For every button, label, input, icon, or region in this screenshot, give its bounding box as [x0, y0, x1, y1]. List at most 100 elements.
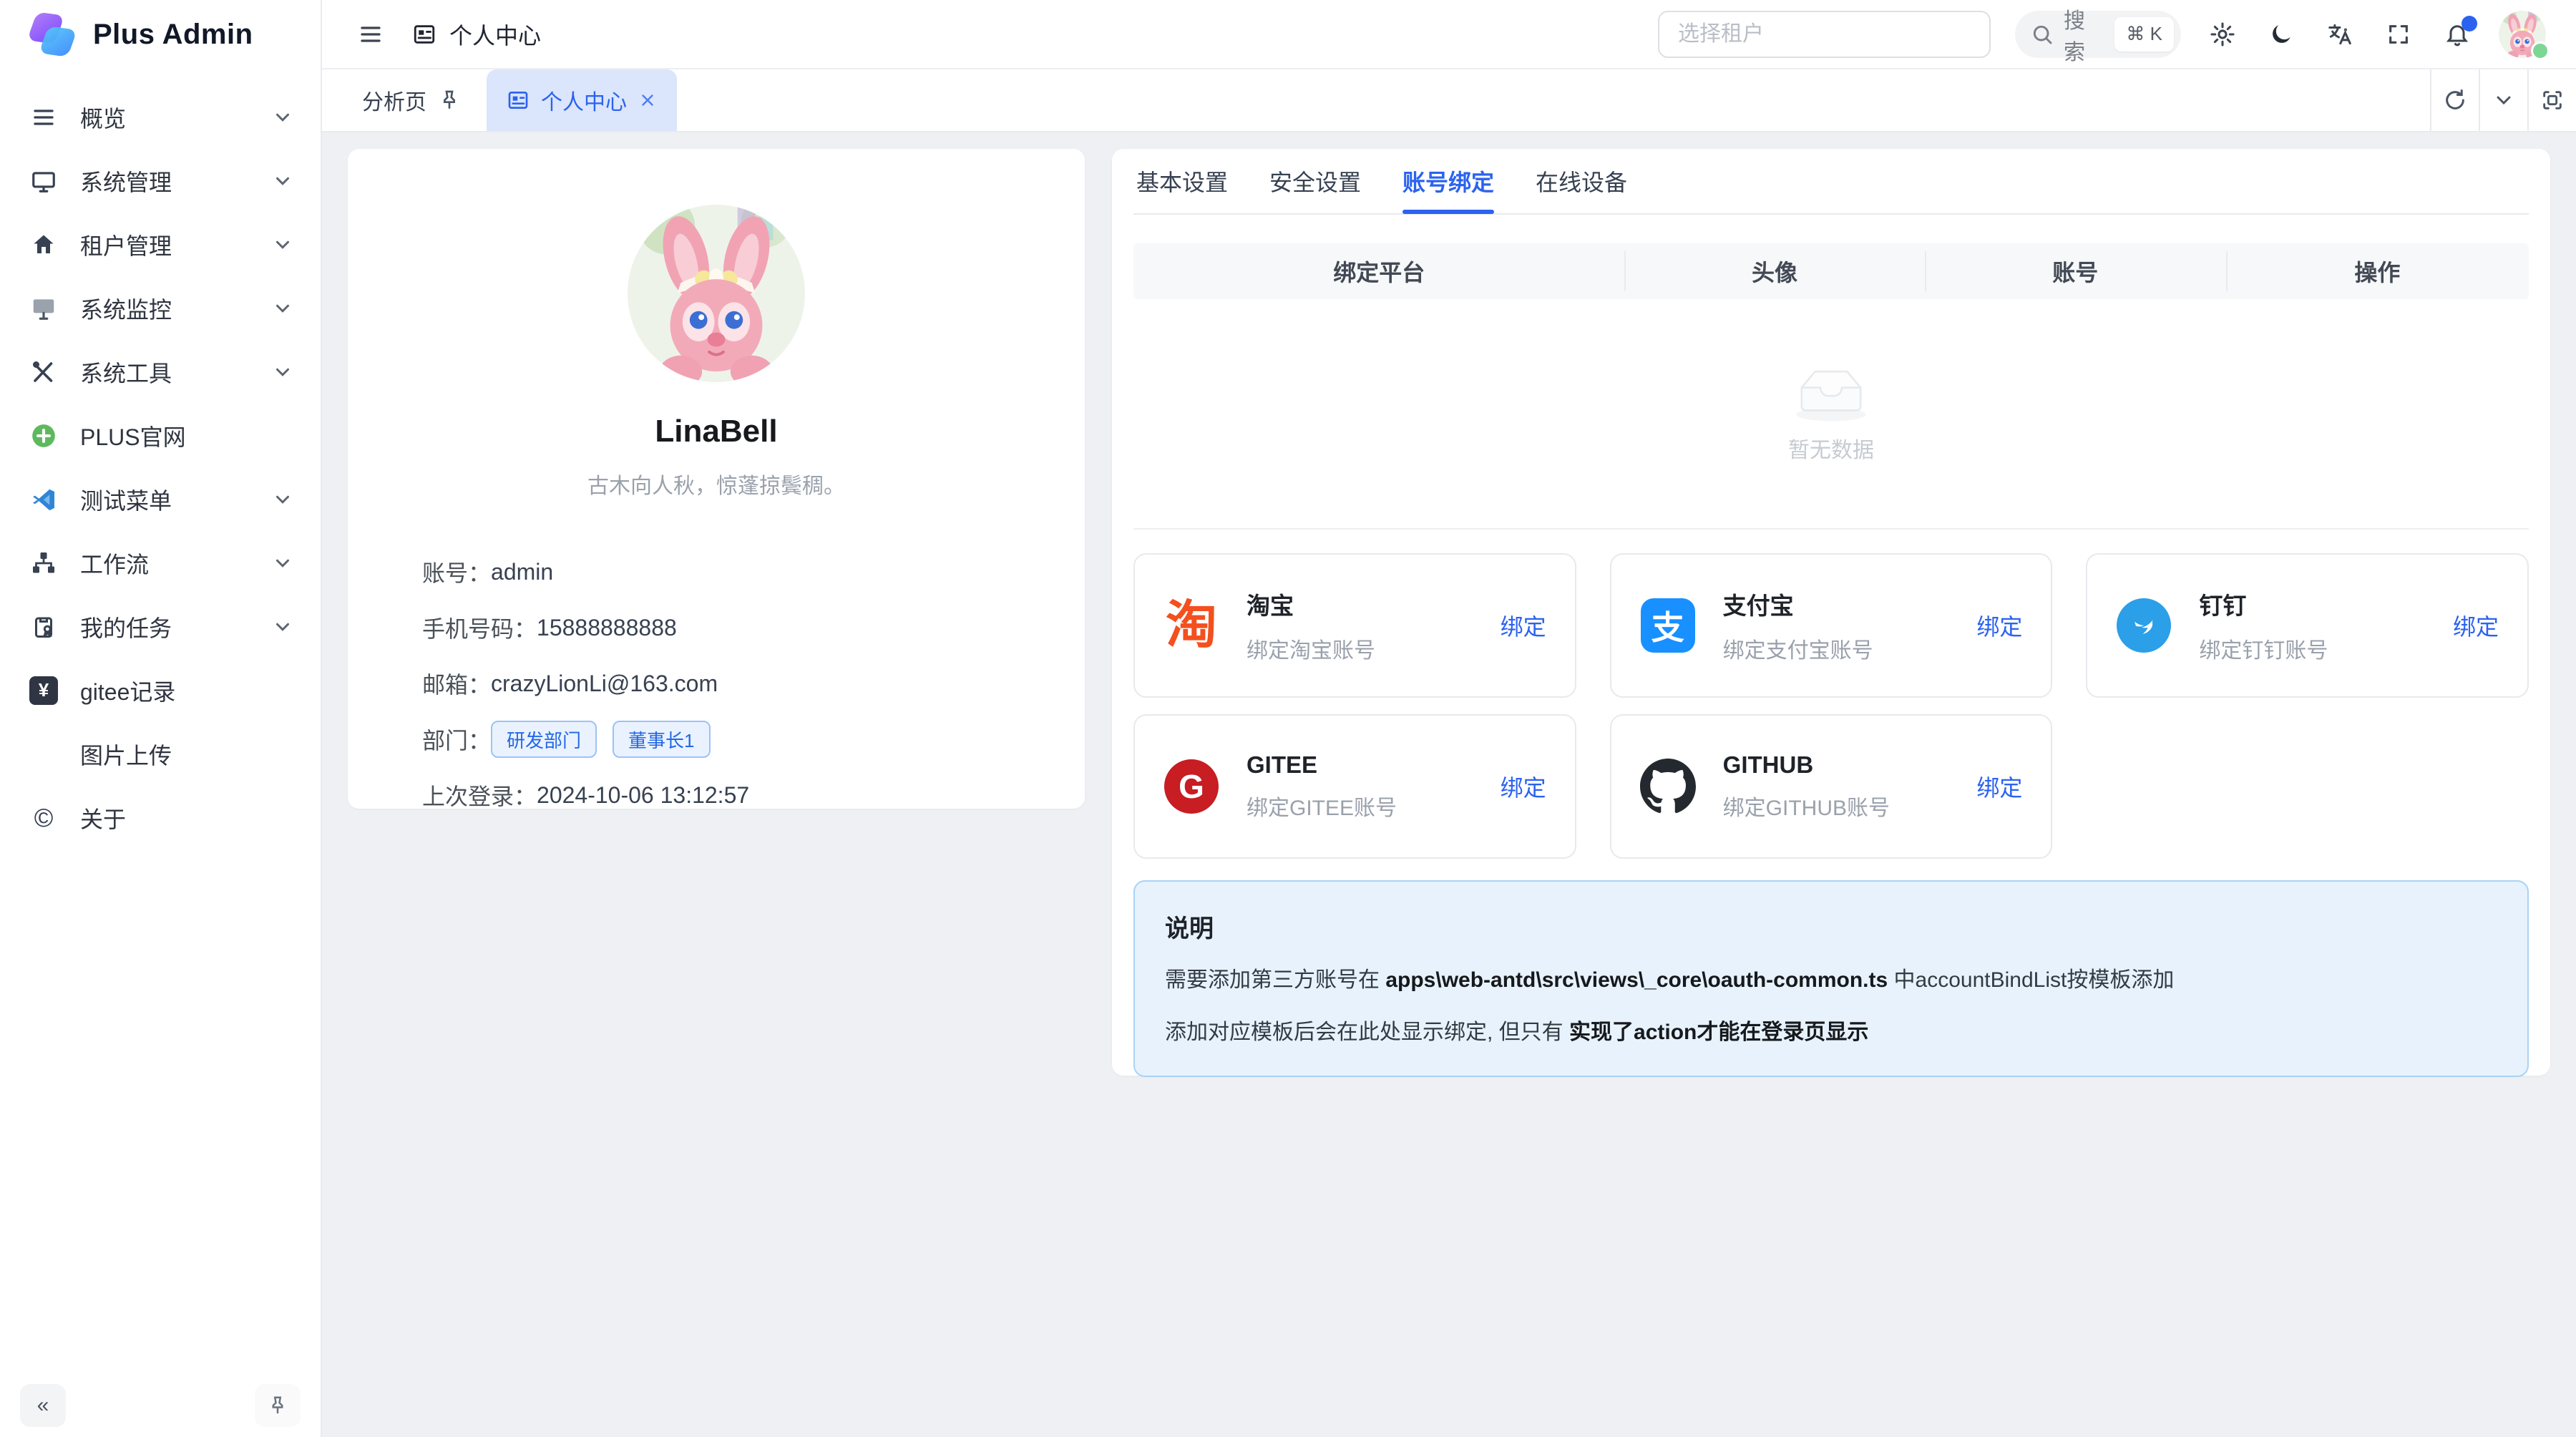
tenant-select-input[interactable]	[1658, 11, 1991, 58]
tab-menu-button[interactable]	[2479, 69, 2527, 131]
sidebar-item-about[interactable]: © 关于	[0, 786, 321, 849]
tab-profile-center[interactable]: 个人中心	[487, 69, 677, 131]
sidebar-item-overview[interactable]: 概览	[0, 85, 321, 149]
search-label: 搜索	[2064, 3, 2104, 66]
profile-details: 账号： admin 手机号码： 15888888888 邮箱： crazyLio…	[348, 544, 1085, 823]
bind-platform-name: GITEE	[1246, 751, 1473, 779]
bind-platform-desc: 绑定GITEE账号	[1246, 790, 1473, 822]
sidebar-item-label: 系统工具	[80, 356, 250, 389]
chevron-down-icon	[272, 234, 293, 255]
tools-icon	[29, 357, 59, 387]
home-icon	[29, 230, 59, 260]
sidebar-item-label: 图片上传	[80, 738, 293, 771]
settings-tabs: 基本设置 安全设置 账号绑定 在线设备	[1133, 149, 2529, 215]
note-box: 说明 需要添加第三方账号在 apps\web-antd\src\views\_c…	[1133, 880, 2529, 1077]
sidebar-item-plus-site[interactable]: PLUS官网	[0, 404, 321, 467]
empty-text: 暂无数据	[1788, 432, 1874, 464]
global-search-button[interactable]: 搜索 ⌘ K	[2015, 11, 2181, 58]
profile-name: LinaBell	[348, 414, 1085, 449]
col-avatar: 头像	[1624, 255, 1924, 288]
note-line-1: 需要添加第三方账号在 apps\web-antd\src\views\_core…	[1165, 964, 2497, 996]
clipboard-icon	[29, 612, 59, 642]
notifications-button[interactable]	[2440, 17, 2474, 52]
sidebar-toggle-button[interactable]	[353, 17, 388, 52]
sidebar-item-label: 关于	[80, 802, 293, 834]
bind-platform-desc: 绑定钉钉账号	[2199, 633, 2426, 664]
profile-card-icon	[412, 22, 436, 47]
bind-platform-name: 淘宝	[1246, 587, 1473, 621]
sidebar-item-label: 我的任务	[80, 610, 250, 643]
tab-online-devices[interactable]: 在线设备	[1536, 149, 1627, 213]
brand-logo[interactable]: Plus Admin	[0, 0, 321, 69]
sidebar-item-label: 概览	[80, 101, 250, 134]
fullscreen-icon	[2386, 22, 2411, 47]
hamburger-icon	[358, 21, 384, 47]
moon-icon	[2268, 21, 2294, 47]
bind-platform-name: 支付宝	[1723, 587, 1950, 621]
tab-security-settings[interactable]: 安全设置	[1269, 149, 1361, 213]
gear-icon	[2209, 21, 2236, 48]
note-title: 说明	[1165, 909, 2497, 944]
sidebar-item-label: gitee记录	[80, 674, 293, 707]
topbar: 个人中心 搜索 ⌘ K	[322, 0, 2576, 69]
binding-cards: 淘 淘宝 绑定淘宝账号 绑定 支 支付宝 绑定支付宝账号 绑定	[1133, 553, 2529, 859]
pin-icon[interactable]	[438, 89, 461, 112]
bind-card-gitee: G GITEE 绑定GITEE账号 绑定	[1133, 714, 1576, 859]
sidebar-pin-button[interactable]	[255, 1384, 301, 1427]
search-shortcut-badge: ⌘ K	[2114, 17, 2174, 52]
tab-label: 分析页	[362, 84, 426, 116]
sidebar: Plus Admin 概览 系统管理 租户管理	[0, 0, 322, 1437]
user-avatar[interactable]	[2499, 11, 2546, 58]
close-icon[interactable]	[638, 91, 657, 109]
alipay-icon: 支	[1640, 598, 1696, 653]
bind-dingtalk-link[interactable]: 绑定	[2453, 609, 2499, 642]
sidebar-item-workflow[interactable]: 工作流	[0, 531, 321, 595]
copyright-icon: ©	[29, 803, 59, 833]
sidebar-item-system-monitor[interactable]: 系统监控	[0, 276, 321, 340]
sidebar-item-gitee-log[interactable]: ¥ gitee记录	[0, 658, 321, 722]
chevron-down-icon	[2492, 89, 2515, 112]
maximize-content-button[interactable]	[2527, 69, 2576, 131]
bind-alipay-link[interactable]: 绑定	[1976, 609, 2022, 642]
chevron-down-icon	[272, 616, 293, 638]
refresh-tab-button[interactable]	[2430, 69, 2479, 131]
settings-button[interactable]	[2205, 17, 2240, 52]
sidebar-item-tenant-mgmt[interactable]: 租户管理	[0, 213, 321, 276]
page-content: LinaBell 古木向人秋，惊蓬掠鬓稠。 账号： admin 手机号码： 15…	[322, 132, 2576, 1437]
binding-table: 绑定平台 头像 账号 操作 暂无数据	[1133, 243, 2529, 530]
language-button[interactable]	[2323, 17, 2357, 52]
tab-basic-settings[interactable]: 基本设置	[1136, 149, 1228, 213]
chevron-down-icon	[272, 361, 293, 383]
online-status-dot	[2531, 42, 2550, 60]
fullscreen-square-icon	[2540, 88, 2565, 112]
chevron-down-icon	[272, 552, 293, 574]
sidebar-item-test-menu[interactable]: 测试菜单	[0, 467, 321, 531]
bind-gitee-link[interactable]: 绑定	[1501, 770, 1546, 803]
fullscreen-button[interactable]	[2381, 17, 2416, 52]
profile-motto: 古木向人秋，惊蓬掠鬓稠。	[348, 468, 1085, 500]
bind-card-alipay: 支 支付宝 绑定支付宝账号 绑定	[1610, 553, 2053, 698]
bind-platform-name: GITHUB	[1723, 751, 1950, 779]
taobao-icon: 淘	[1163, 598, 1219, 653]
bind-platform-desc: 绑定淘宝账号	[1246, 633, 1473, 664]
bind-taobao-link[interactable]: 绑定	[1501, 609, 1546, 642]
sidebar-menu: 概览 系统管理 租户管理 系统监控	[0, 69, 321, 849]
bind-github-link[interactable]: 绑定	[1976, 770, 2022, 803]
monitor-icon	[29, 166, 59, 196]
yen-badge-icon: ¥	[29, 676, 59, 706]
department-tag: 研发部门	[491, 721, 597, 758]
tab-account-binding[interactable]: 账号绑定	[1402, 149, 1494, 213]
sidebar-item-system-tools[interactable]: 系统工具	[0, 340, 321, 404]
sidebar-item-image-upload[interactable]: 图片上传	[0, 722, 321, 786]
chevron-down-icon	[272, 170, 293, 192]
tab-analysis[interactable]: 分析页	[342, 69, 481, 131]
theme-toggle-button[interactable]	[2264, 17, 2298, 52]
sidebar-item-label: 工作流	[80, 547, 250, 580]
chevron-down-icon	[272, 489, 293, 510]
sidebar-item-my-tasks[interactable]: 我的任务	[0, 595, 321, 658]
app-root: Plus Admin 概览 系统管理 租户管理	[0, 0, 2576, 1437]
sidebar-collapse-button[interactable]: «	[20, 1384, 66, 1427]
breadcrumb[interactable]: 个人中心	[412, 18, 541, 51]
display-icon	[29, 293, 59, 323]
sidebar-item-system-mgmt[interactable]: 系统管理	[0, 149, 321, 213]
